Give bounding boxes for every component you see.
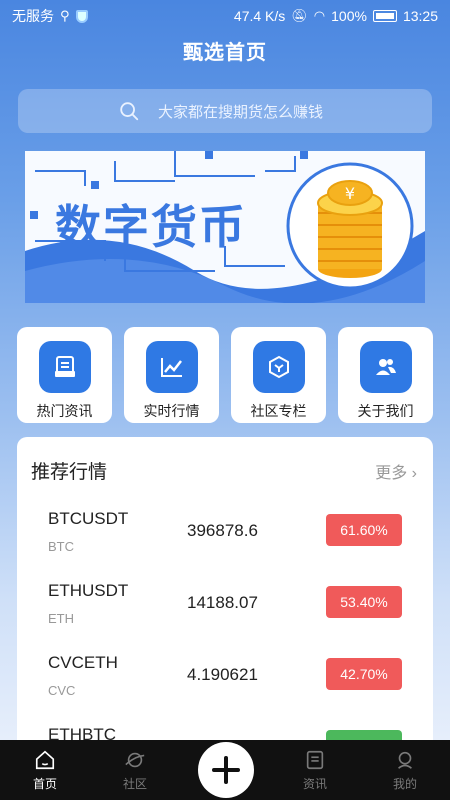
change-badge: 61.60% [326, 514, 402, 546]
market-row[interactable]: ETHUSDT ETH 14188.07 53.40% [17, 571, 433, 643]
base-symbol: BTC [48, 539, 74, 554]
more-label: 更多 [375, 464, 408, 482]
news-icon [38, 341, 91, 393]
menu-label: 实时行情 [143, 403, 200, 419]
wifi-icon: ◠ [313, 8, 326, 23]
svg-text:¥: ¥ [345, 184, 355, 203]
tab-label: 资讯 [302, 777, 327, 791]
battery-icon [372, 10, 397, 22]
document-icon [306, 750, 324, 770]
users-icon [359, 341, 412, 393]
recommended-market-card: 推荐行情 更多 › BTCUSDT BTC 396878.6 61.60% ET… [17, 437, 433, 757]
menu-community-column[interactable]: 社区专栏 [231, 327, 326, 423]
search-bar[interactable]: 大家都在搜期货怎么赚钱 [18, 89, 432, 133]
pair-symbol: BTCUSDT [48, 509, 129, 528]
tab-home[interactable]: 首页 [0, 740, 90, 800]
menu-hot-news[interactable]: 热门资讯 [17, 327, 112, 423]
market-row[interactable]: CVCETH CVC 4.190621 42.70% [17, 643, 433, 715]
menu-label: 社区专栏 [250, 403, 307, 419]
menu-label: 热门资讯 [36, 403, 93, 419]
tab-label: 社区 [122, 777, 147, 791]
tab-mine[interactable]: 我的 [360, 740, 450, 800]
more-link[interactable]: 更多 › [375, 459, 417, 483]
planet-icon [125, 752, 145, 768]
price: 396878.6 [187, 521, 258, 540]
profile-icon [398, 751, 412, 769]
home-icon [35, 750, 55, 770]
search-placeholder: 大家都在搜期货怎么赚钱 [158, 103, 324, 121]
page-title: 甄选首页 [183, 42, 267, 64]
price: 4.190621 [187, 665, 258, 684]
menu-label: 关于我们 [357, 403, 414, 419]
tab-label: 我的 [392, 777, 417, 791]
coin-stack-icon: ¥ [317, 180, 383, 278]
change-badge: 53.40% [326, 586, 402, 618]
carrier-text: 无服务 [12, 8, 54, 24]
market-row[interactable]: BTCUSDT BTC 396878.6 61.60% [17, 499, 433, 571]
tab-label: 首页 [32, 777, 57, 791]
menu-realtime-market[interactable]: 实时行情 [124, 327, 219, 423]
section-title: 推荐行情 [31, 462, 108, 483]
search-icon [120, 102, 139, 121]
pair-symbol: ETHUSDT [48, 581, 129, 600]
plus-icon [212, 756, 240, 784]
change-badge: 42.70% [326, 658, 402, 690]
pair-symbol: CVCETH [48, 653, 118, 672]
base-symbol: ETH [48, 611, 74, 626]
tab-community[interactable]: 社区 [90, 740, 180, 800]
tab-news[interactable]: 资讯 [270, 740, 360, 800]
chart-icon [145, 341, 198, 393]
banner-title: 数字货币 [55, 200, 247, 254]
clock: 13:25 [402, 8, 438, 24]
mute-icon: 🔕︎ [291, 8, 308, 23]
price: 14188.07 [187, 593, 258, 612]
base-symbol: CVC [48, 683, 76, 698]
status-bar: 无服务 ⚲ 47.4 K/s 🔕︎ ◠ 100% 13:25 [0, 0, 450, 32]
network-speed: 47.4 K/s [233, 8, 286, 24]
chevron-right-icon: › [411, 464, 417, 482]
add-button[interactable] [198, 742, 254, 798]
security-shield-icon [75, 9, 88, 23]
promo-banner[interactable]: ¥ 数字货币 [25, 151, 425, 303]
menu-about-us[interactable]: 关于我们 [338, 327, 433, 423]
usb-icon: ⚲ [60, 8, 70, 23]
battery-percent: 100% [331, 8, 367, 24]
cube-icon [252, 341, 305, 393]
quick-menu: 热门资讯 实时行情 社区专栏 关于我们 [17, 327, 433, 423]
